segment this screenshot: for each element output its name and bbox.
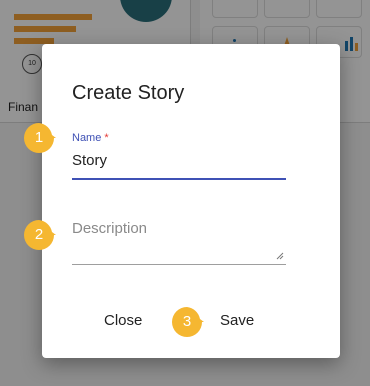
step-callout-3: 3 bbox=[170, 305, 204, 339]
name-input-underline bbox=[72, 178, 286, 180]
name-label-text: Name bbox=[72, 132, 102, 144]
callout-number: 2 bbox=[34, 226, 44, 243]
description-field bbox=[72, 220, 286, 268]
callout-number: 3 bbox=[182, 313, 192, 330]
required-marker: * bbox=[104, 132, 109, 144]
description-input-underline bbox=[72, 264, 286, 265]
name-field-label: Name * bbox=[72, 132, 286, 144]
description-input[interactable] bbox=[72, 220, 286, 264]
name-input[interactable] bbox=[72, 152, 286, 169]
resize-handle-icon[interactable] bbox=[276, 252, 284, 260]
close-button[interactable]: Close bbox=[104, 312, 142, 329]
save-button[interactable]: Save bbox=[220, 312, 254, 329]
dialog-title: Create Story bbox=[72, 82, 185, 104]
callout-number: 1 bbox=[34, 129, 44, 146]
step-callout-1: 1 bbox=[22, 121, 56, 155]
name-field: Name * bbox=[72, 132, 286, 184]
step-callout-2: 2 bbox=[22, 218, 56, 252]
